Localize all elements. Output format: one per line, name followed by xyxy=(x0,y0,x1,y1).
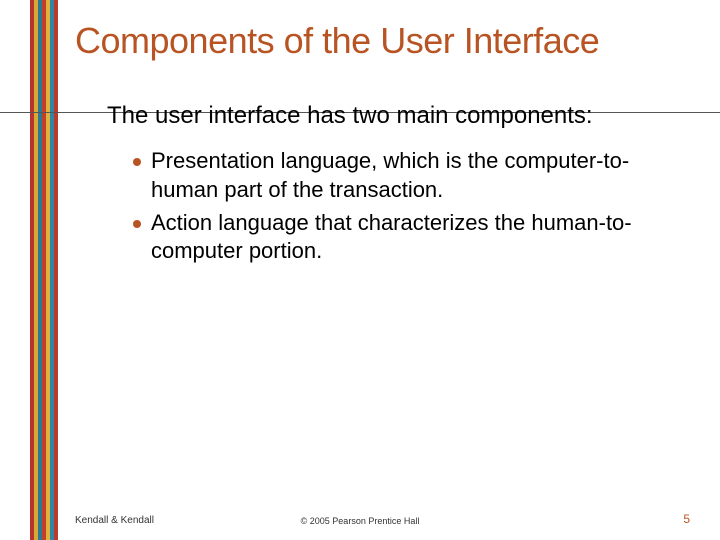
decorative-stripe xyxy=(30,0,58,540)
slide-content: Components of the User Interface The use… xyxy=(75,20,700,270)
footer-copyright: © 2005 Pearson Prentice Hall xyxy=(301,516,420,526)
bullet-text: Action language that characterizes the h… xyxy=(151,209,690,266)
bullet-text: Presentation language, which is the comp… xyxy=(151,147,690,204)
slide-title: Components of the User Interface xyxy=(75,20,700,61)
list-item: Presentation language, which is the comp… xyxy=(133,147,690,204)
slide-footer: Kendall & Kendall © 2005 Pearson Prentic… xyxy=(0,512,720,526)
page-number: 5 xyxy=(683,512,690,526)
bullet-icon xyxy=(133,220,141,228)
list-item: Action language that characterizes the h… xyxy=(133,209,690,266)
bullet-icon xyxy=(133,158,141,166)
footer-author: Kendall & Kendall xyxy=(75,515,154,526)
bullet-list: Presentation language, which is the comp… xyxy=(133,147,690,265)
intro-text: The user interface has two main componen… xyxy=(107,101,700,131)
